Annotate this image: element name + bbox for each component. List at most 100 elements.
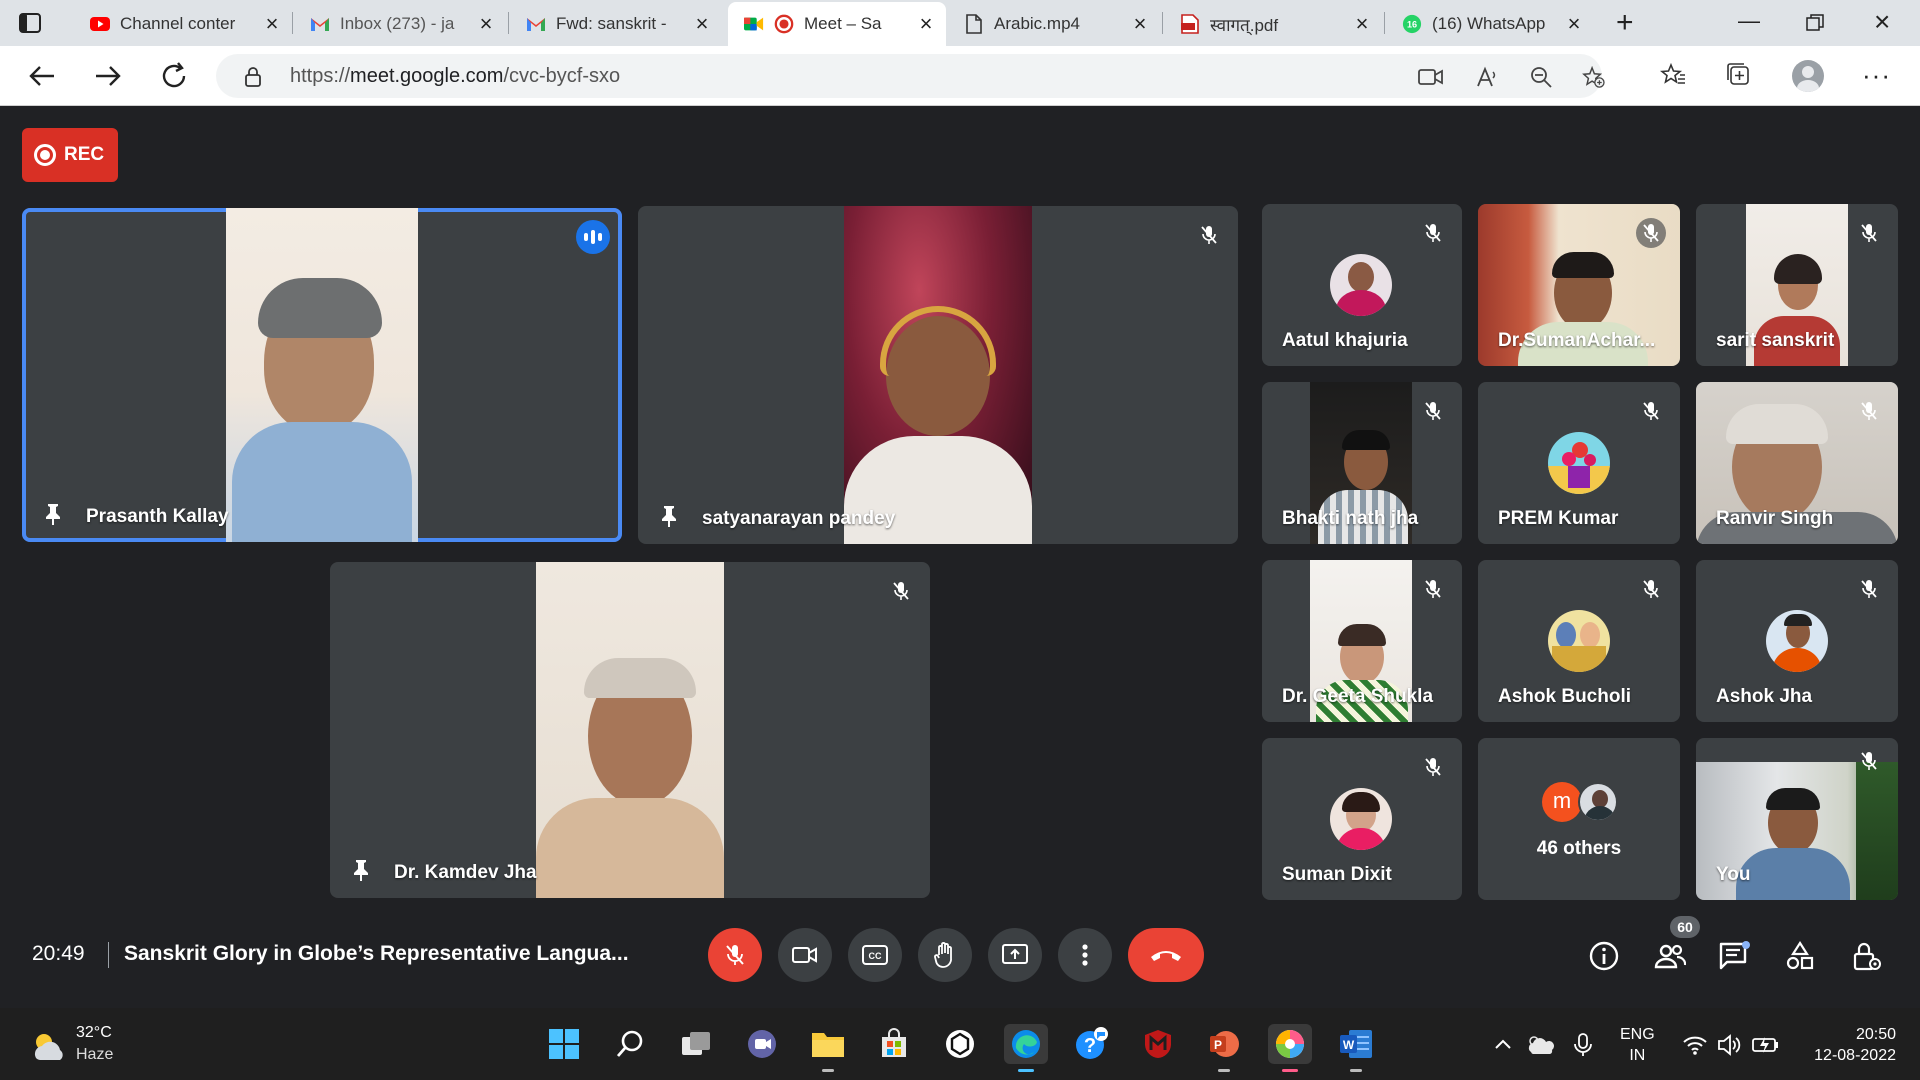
forward-button[interactable] [92,60,124,92]
chatgpt-app-button[interactable] [940,1024,980,1064]
participant-tile[interactable]: Ashok Jha [1696,560,1898,722]
participant-tile[interactable]: Suman Dixit [1262,738,1462,900]
onedrive-weather-cloud-icon[interactable] [1526,1032,1556,1058]
participant-tile[interactable]: sarit sanskrit [1696,204,1898,366]
participant-tile[interactable]: Ranvir Singh [1696,382,1898,544]
people-icon[interactable] [1654,940,1686,972]
powerpoint-button[interactable]: P [1204,1024,1244,1072]
tab-meet[interactable]: Meet – Sa × [728,2,946,46]
search-button[interactable] [610,1024,650,1064]
teams-chat-button[interactable] [742,1024,782,1064]
participant-tile[interactable]: Aatul khajuria [1262,204,1462,366]
microphone-in-use-icon[interactable] [1570,1032,1596,1058]
host-controls-icon[interactable] [1850,940,1882,972]
meeting-details-icon[interactable] [1588,940,1620,972]
task-view-button[interactable] [676,1024,716,1064]
participant-tile[interactable]: Dr. Geeta Shukla [1262,560,1462,722]
participant-name: Dr. Geeta Shukla [1282,686,1434,707]
show-hidden-icons-chevron-icon[interactable] [1490,1032,1516,1058]
activities-icon[interactable] [1784,940,1816,972]
reload-button[interactable] [158,60,190,92]
chat-icon[interactable] [1718,940,1750,972]
omnibox[interactable]: https://meet.google.com/cvc-bycf-sxo [216,54,1605,98]
end-call-icon [1151,951,1181,961]
participant-name: Ashok Jha [1716,686,1813,707]
minimize-button[interactable]: — [1738,8,1760,34]
close-tab-icon[interactable]: × [916,11,936,37]
help-app-button[interactable]: ? [1072,1024,1112,1064]
restore-button[interactable] [1806,14,1824,32]
more-options-button[interactable] [1058,928,1112,982]
profile-avatar[interactable] [1792,60,1824,92]
collections-icon[interactable] [1726,62,1752,88]
back-button[interactable] [26,60,58,92]
start-button[interactable] [544,1024,584,1064]
wifi-icon[interactable] [1682,1032,1708,1058]
close-tab-icon[interactable]: × [476,11,496,37]
tab-swagat-pdf[interactable]: स्वागत्.pdf × [1164,4,1382,44]
microsoft-store-button[interactable] [874,1024,914,1064]
pin-icon[interactable] [42,502,64,526]
others-tile[interactable]: m 46 others [1478,738,1680,900]
present-screen-button[interactable] [988,928,1042,982]
participant-tile-main[interactable]: Prasanth Kallay [22,208,622,542]
close-tab-icon[interactable]: × [262,11,282,37]
muted-icon [1418,574,1448,604]
zoom-out-icon[interactable] [1530,66,1552,88]
volume-icon[interactable] [1716,1032,1742,1058]
close-tab-icon[interactable]: × [1130,11,1150,37]
camera-toggle-button[interactable] [778,928,832,982]
participant-tile[interactable]: Dr.SumanAchar... [1478,204,1680,366]
participant-tile[interactable]: Ashok Bucholi [1478,560,1680,722]
lock-icon[interactable] [244,66,262,88]
add-favorite-icon[interactable] [1580,66,1606,88]
windows-logo-icon [549,1029,579,1059]
photos-app-button[interactable] [1268,1024,1312,1072]
participant-name: Suman Dixit [1282,864,1392,885]
weather-haze-icon [34,1034,63,1060]
input-language-indicator[interactable]: ENG IN [1620,1024,1655,1066]
close-tab-icon[interactable]: × [1564,11,1584,37]
weather-condition: Haze [76,1046,114,1063]
tab-arabic-mp4[interactable]: Arabic.mp4 × [948,4,1160,44]
address-bar-row: https://meet.google.com/cvc-bycf-sxo ··· [0,46,1920,106]
weather-widget[interactable]: 32°C Haze [28,1022,148,1068]
favorites-icon[interactable] [1660,62,1686,88]
mcafee-button[interactable] [1138,1024,1178,1064]
tab-whatsapp[interactable]: 16 (16) WhatsApp × [1386,4,1594,44]
tab-label: Fwd: sanskrit - [556,14,667,33]
camera-in-use-icon[interactable] [1418,66,1444,88]
participant-tile[interactable]: Bhakti nath jha [1262,382,1462,544]
participant-tile[interactable]: PREM Kumar [1478,382,1680,544]
tab-channel-content[interactable]: Channel conter × [74,4,292,44]
close-tab-icon[interactable]: × [692,11,712,37]
participant-video [226,208,418,542]
word-button[interactable]: W [1336,1024,1376,1072]
close-window-button[interactable]: × [1874,6,1890,38]
participant-tile-main[interactable]: Dr. Kamdev Jha [330,562,930,898]
read-aloud-icon[interactable] [1476,66,1498,88]
file-explorer-button[interactable] [808,1024,848,1072]
self-tile[interactable]: You [1696,738,1898,900]
tab-actions-icon[interactable] [18,11,42,35]
new-tab-button[interactable]: + [1616,8,1634,38]
leave-call-button[interactable] [1128,928,1204,982]
weather-temperature: 32°C [76,1024,112,1041]
battery-charging-icon[interactable] [1750,1032,1780,1058]
participant-tile-main[interactable]: satyanarayan pandey [638,206,1238,544]
close-tab-icon[interactable]: × [1352,11,1372,37]
raise-hand-button[interactable] [918,928,972,982]
url-text[interactable]: https://meet.google.com/cvc-bycf-sxo [290,65,620,88]
speaking-indicator-icon [576,220,610,254]
tab-label: Meet – Sa [804,14,882,33]
edge-browser-button[interactable] [1004,1024,1048,1072]
recording-badge[interactable]: REC [22,128,118,182]
tab-fwd-sanskrit[interactable]: Fwd: sanskrit - × [510,4,722,44]
system-clock[interactable]: 20:50 12-08-2022 [1814,1024,1896,1066]
captions-button[interactable]: CC [848,928,902,982]
pin-icon[interactable] [658,504,680,528]
pin-icon[interactable] [350,858,372,882]
settings-more-icon[interactable]: ··· [1862,60,1891,91]
microphone-toggle-button[interactable] [708,928,762,982]
tab-inbox[interactable]: Inbox (273) - ja × [294,4,506,44]
